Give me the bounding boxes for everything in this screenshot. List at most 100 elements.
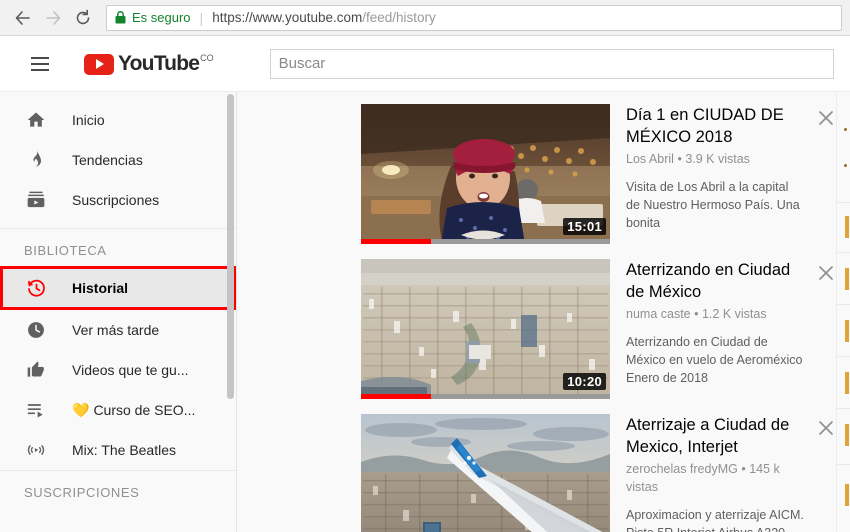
video-description: Aproximacion y aterrizaje AICM. Pista 5R… bbox=[626, 508, 804, 532]
sidebar-item-label: 💛 Curso de SEO... bbox=[72, 402, 195, 419]
sidebar-scrollbar[interactable] bbox=[227, 94, 234, 399]
history-video-list: 15:01 Día 1 en CIUDAD DE MÉXICO 2018 Los… bbox=[237, 92, 850, 532]
arrow-left-icon bbox=[14, 9, 32, 27]
video-description: Visita de Los Abril a la capital de Nues… bbox=[626, 180, 800, 230]
sidebar-primary-section: Inicio Tendencias Suscripciones bbox=[0, 92, 236, 228]
url-host: https://www.youtube.com bbox=[212, 10, 363, 25]
sidebar-item-label: Historial bbox=[72, 280, 129, 296]
close-x-icon bbox=[819, 266, 833, 280]
subscriptions-icon bbox=[24, 188, 48, 212]
sidebar-section-header-suscripciones: SUSCRIPCIONES bbox=[24, 485, 140, 500]
close-x-icon bbox=[819, 111, 833, 125]
history-clock-icon bbox=[24, 276, 48, 300]
remove-from-history-button[interactable] bbox=[816, 263, 836, 283]
sidebar-item-label: Videos que te gu... bbox=[72, 362, 189, 378]
video-title[interactable]: Aterrizando en Ciudad de México bbox=[626, 259, 804, 303]
rail-marker bbox=[844, 164, 847, 167]
right-rail-cutoff bbox=[836, 92, 850, 532]
omnibox-separator: | bbox=[199, 9, 204, 26]
history-video-item[interactable]: 10:20 Aterrizando en Ciudad de México nu… bbox=[361, 259, 850, 404]
rail-divider bbox=[837, 464, 850, 465]
sidebar-item-curso-de-seo[interactable]: 💛 Curso de SEO... bbox=[0, 390, 236, 430]
sidebar-library-section: BIBLIOTECA Historial Ver más tarde Video… bbox=[0, 229, 236, 470]
rail-divider bbox=[837, 304, 850, 305]
video-views: 1.2 K vistas bbox=[701, 307, 767, 321]
rail-divider bbox=[837, 202, 850, 203]
rail-divider bbox=[837, 408, 850, 409]
video-description: Aterrizando en Ciudad de México en vuelo… bbox=[626, 335, 803, 385]
sidebar-item-label-text: Curso de SEO... bbox=[93, 401, 196, 418]
forward-button[interactable] bbox=[38, 3, 68, 33]
history-video-item[interactable]: 15:01 Día 1 en CIUDAD DE MÉXICO 2018 Los… bbox=[361, 104, 850, 249]
search-input[interactable] bbox=[269, 48, 834, 79]
video-title[interactable]: Aterrizaje a Ciudad de Mexico, Interjet bbox=[626, 414, 804, 458]
sidebar-item-mix-the-beatles[interactable]: Mix: The Beatles bbox=[0, 430, 236, 470]
page-body: Inicio Tendencias Suscripciones BIBLIOTE… bbox=[0, 92, 850, 532]
video-thumbnail[interactable]: 15:01 bbox=[361, 104, 610, 244]
youtube-logo[interactable]: YouTube CO bbox=[84, 52, 214, 76]
meta-separator: • bbox=[694, 307, 699, 321]
url-path: /feed/history bbox=[362, 10, 436, 25]
home-icon bbox=[24, 108, 48, 132]
video-channel[interactable]: numa caste bbox=[626, 307, 691, 321]
back-button[interactable] bbox=[8, 3, 38, 33]
reload-icon bbox=[74, 9, 92, 27]
sidebar-item-tendencias[interactable]: Tendencias bbox=[0, 140, 236, 180]
youtube-wordmark: YouTube bbox=[118, 51, 200, 75]
video-metadata: Aterrizando en Ciudad de México numa cas… bbox=[610, 259, 850, 404]
video-metadata: Aterrizaje a Ciudad de Mexico, Interjet … bbox=[610, 414, 850, 532]
lock-icon bbox=[115, 11, 126, 24]
thumbs-up-icon bbox=[24, 358, 48, 382]
video-metadata: Día 1 en CIUDAD DE MÉXICO 2018 Los Abril… bbox=[610, 104, 850, 249]
meta-separator: • bbox=[741, 462, 746, 476]
video-channel[interactable]: Los Abril bbox=[626, 152, 674, 166]
watch-progress-fill bbox=[361, 394, 431, 399]
video-thumbnail[interactable]: 10:20 bbox=[361, 259, 610, 399]
sidebar-item-ver-mas-tarde[interactable]: Ver más tarde bbox=[0, 310, 236, 350]
youtube-country-superscript: CO bbox=[200, 52, 214, 63]
sidebar: Inicio Tendencias Suscripciones BIBLIOTE… bbox=[0, 92, 237, 532]
sidebar-item-label: Tendencias bbox=[72, 152, 143, 168]
video-channel-and-views: numa caste • 1.2 K vistas bbox=[626, 305, 804, 323]
video-channel-and-views: zerochelas fredyMG • 145 k vistas bbox=[626, 460, 804, 496]
mix-radio-icon bbox=[24, 438, 48, 462]
meta-separator: • bbox=[677, 152, 682, 166]
video-channel[interactable]: zerochelas fredyMG bbox=[626, 462, 738, 476]
trending-flame-icon bbox=[24, 148, 48, 172]
hamburger-line bbox=[31, 56, 49, 59]
rail-item-chip[interactable] bbox=[845, 372, 849, 394]
video-duration: 10:20 bbox=[563, 373, 606, 390]
rail-marker bbox=[844, 128, 847, 131]
sidebar-item-label: Mix: The Beatles bbox=[72, 442, 177, 458]
sidebar-item-inicio[interactable]: Inicio bbox=[0, 100, 236, 140]
secure-label: Es seguro bbox=[132, 10, 191, 25]
watch-progress-fill bbox=[361, 239, 431, 244]
sidebar-item-suscripciones[interactable]: Suscripciones bbox=[0, 180, 236, 220]
watch-progress-track bbox=[361, 239, 610, 244]
address-bar[interactable]: Es seguro | https://www.youtube.com/feed… bbox=[106, 4, 842, 31]
rail-item-chip[interactable] bbox=[845, 424, 849, 446]
reload-button[interactable] bbox=[68, 3, 98, 33]
remove-from-history-button[interactable] bbox=[816, 108, 836, 128]
rail-item-chip[interactable] bbox=[845, 216, 849, 238]
video-title[interactable]: Día 1 en CIUDAD DE MÉXICO 2018 bbox=[626, 104, 804, 148]
video-thumbnail[interactable] bbox=[361, 414, 610, 532]
rail-item-chip[interactable] bbox=[845, 484, 849, 506]
video-channel-and-views: Los Abril • 3.9 K vistas bbox=[626, 150, 804, 168]
sidebar-item-label: Inicio bbox=[72, 112, 105, 128]
sidebar-item-videos-que-te-gustan[interactable]: Videos que te gu... bbox=[0, 350, 236, 390]
sidebar-item-label: Suscripciones bbox=[72, 192, 160, 208]
close-x-icon bbox=[819, 421, 833, 435]
youtube-masthead: YouTube CO bbox=[0, 36, 850, 92]
history-video-item[interactable]: Aterrizaje a Ciudad de Mexico, Interjet … bbox=[361, 414, 850, 532]
hamburger-menu-icon[interactable] bbox=[20, 44, 60, 84]
video-views: 3.9 K vistas bbox=[685, 152, 750, 166]
browser-toolbar: Es seguro | https://www.youtube.com/feed… bbox=[0, 0, 850, 36]
remove-from-history-button[interactable] bbox=[816, 418, 836, 438]
sidebar-item-historial[interactable]: Historial bbox=[0, 266, 236, 310]
thumbnail-image-airplane-wing-over-city bbox=[361, 414, 610, 532]
rail-item-chip[interactable] bbox=[845, 268, 849, 290]
rail-item-chip[interactable] bbox=[845, 320, 849, 342]
sidebar-section-header-biblioteca: BIBLIOTECA bbox=[24, 243, 107, 258]
rail-divider bbox=[837, 252, 850, 253]
